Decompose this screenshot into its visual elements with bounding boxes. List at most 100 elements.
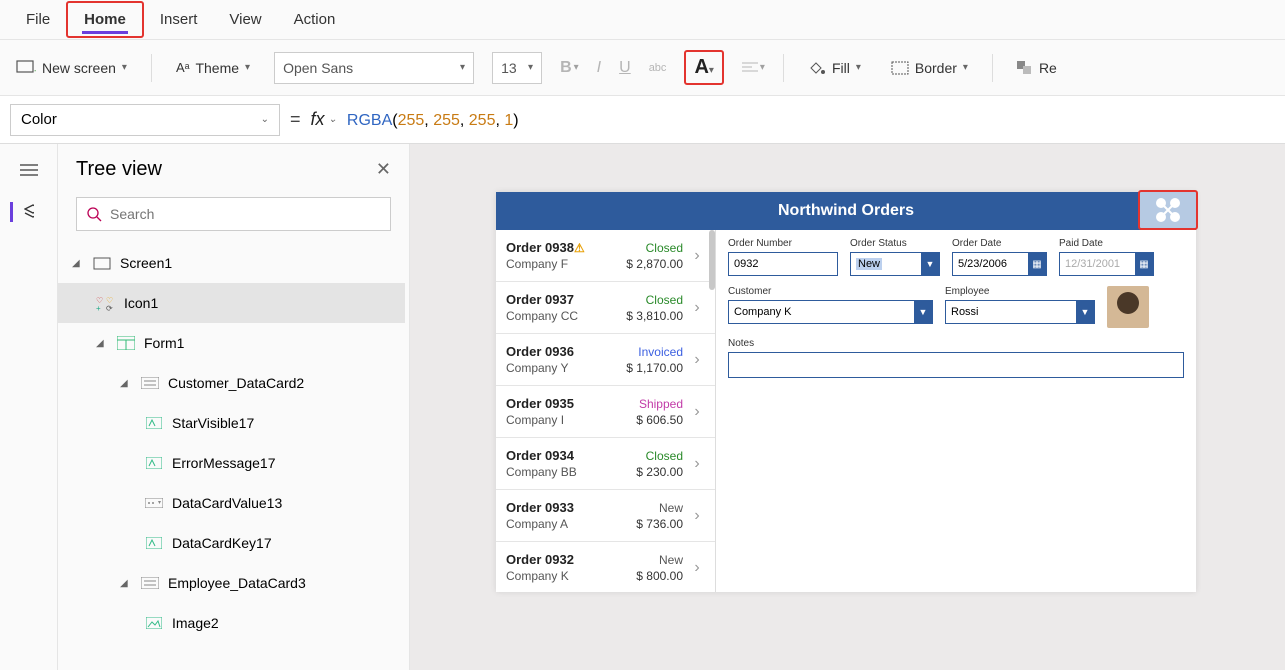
property-select[interactable]: Color ⌄ — [10, 104, 280, 136]
employee-avatar — [1107, 286, 1149, 328]
input-order-date[interactable]: 5/23/2006▦ — [952, 252, 1047, 276]
order-list-item[interactable]: Order 0933Company ANew$ 736.00› — [496, 490, 715, 542]
close-icon[interactable]: ✕ — [376, 159, 391, 180]
datacard-icon — [140, 377, 160, 389]
app-titlebar: Northwind Orders — [496, 192, 1196, 230]
form-icon — [116, 336, 136, 350]
chevron-down-icon: ▾ — [709, 65, 714, 76]
canvas[interactable]: Northwind Orders Order 0938⚠Company FClo… — [410, 144, 1285, 670]
theme-button[interactable]: Aᵃ Theme ▾ — [170, 56, 256, 80]
rail-hamburger[interactable] — [17, 160, 41, 180]
order-company: Company Y — [506, 361, 626, 375]
tree-node-customer-datacard[interactable]: ◢ Customer_DataCard2 — [58, 363, 405, 403]
italic-button[interactable]: I — [597, 59, 601, 77]
tree-node-datacardvalue[interactable]: DataCardValue13 — [58, 483, 405, 523]
new-screen-button[interactable]: + New screen ▾ — [10, 56, 133, 80]
chevron-down-icon: ⌄ — [261, 114, 269, 125]
select-order-status[interactable]: New▼ — [850, 252, 940, 276]
chevron-down-icon: ▾ — [460, 62, 465, 73]
tree-label: ErrorMessage17 — [172, 455, 276, 471]
strike-button[interactable]: abc — [649, 62, 667, 74]
tree-node-datacardkey[interactable]: DataCardKey17 — [58, 523, 405, 563]
label-order-number: Order Number — [728, 238, 838, 249]
fill-button[interactable]: Fill ▾ — [802, 56, 867, 80]
tree-node-screen1[interactable]: ◢ Screen1 — [58, 243, 405, 283]
collapse-icon[interactable]: ◢ — [120, 378, 132, 389]
input-notes[interactable] — [728, 352, 1184, 378]
tree-label: Employee_DataCard3 — [168, 575, 306, 591]
tree-label: StarVisible17 — [172, 415, 254, 431]
collapse-icon[interactable]: ◢ — [72, 258, 84, 269]
tree-node-errormessage[interactable]: ErrorMessage17 — [58, 443, 405, 483]
label-icon — [144, 417, 164, 429]
calendar-icon: ▦ — [1135, 253, 1153, 275]
order-status: Invoiced — [626, 345, 683, 359]
tree-search[interactable] — [76, 197, 391, 231]
tree-label: Form1 — [144, 335, 184, 351]
screen-icon: + — [16, 60, 36, 76]
tree-node-image2[interactable]: Image2 — [58, 603, 405, 643]
order-amount: $ 606.50 — [636, 413, 683, 427]
menu-view[interactable]: View — [213, 3, 277, 36]
rail-tree-view[interactable] — [10, 202, 34, 222]
underline-button[interactable]: U — [619, 59, 631, 77]
reorder-button[interactable]: Re — [1011, 56, 1063, 80]
selected-icon-control[interactable] — [1138, 190, 1198, 230]
order-status: New — [636, 553, 683, 567]
label-icon — [144, 457, 164, 469]
theme-label: Theme — [195, 60, 239, 76]
menu-action[interactable]: Action — [278, 3, 352, 36]
tree-label: Screen1 — [120, 255, 172, 271]
select-customer[interactable]: Company K▼ — [728, 300, 933, 324]
tree-node-form1[interactable]: ◢ Form1 — [58, 323, 405, 363]
menu-file[interactable]: File — [10, 3, 66, 36]
order-detail: Order Number 0932 Order Status New▼ Orde… — [716, 230, 1196, 592]
order-list-item[interactable]: Order 0935Company IShipped$ 606.50› — [496, 386, 715, 438]
order-list-item[interactable]: Order 0932Company KNew$ 800.00› — [496, 542, 715, 592]
collapse-icon[interactable]: ◢ — [96, 338, 108, 349]
collapse-icon[interactable]: ◢ — [120, 578, 132, 589]
align-button[interactable]: ▾ — [742, 61, 765, 75]
chevron-right-icon: › — [689, 507, 705, 525]
order-list-item[interactable]: Order 0934Company BBClosed$ 230.00› — [496, 438, 715, 490]
label-paid-date: Paid Date — [1059, 238, 1154, 249]
paint-bucket-icon — [808, 60, 826, 76]
chevron-down-icon: ▾ — [528, 62, 533, 73]
menu-insert[interactable]: Insert — [144, 3, 214, 36]
app-body: Order 0938⚠Company FClosed$ 2,870.00›Ord… — [496, 230, 1196, 592]
chevron-right-icon: › — [689, 559, 705, 577]
order-name: Order 0932 — [506, 552, 636, 567]
formula-input[interactable]: RGBA(255, 255, 255, 1) — [347, 110, 519, 130]
order-list-item[interactable]: Order 0937Company CCClosed$ 3,810.00› — [496, 282, 715, 334]
chevron-down-icon: ▼ — [1076, 301, 1094, 323]
order-list[interactable]: Order 0938⚠Company FClosed$ 2,870.00›Ord… — [496, 230, 716, 592]
fx-button[interactable]: fx⌄ — [311, 109, 337, 130]
fill-label: Fill — [832, 60, 850, 76]
search-input[interactable] — [110, 206, 380, 222]
tree-node-icon1[interactable]: ♡♡+⟳ Icon1 — [58, 283, 405, 323]
bold-button[interactable]: B▾ — [560, 59, 579, 77]
input-order-number[interactable]: 0932 — [728, 252, 838, 276]
tree-node-starvisible[interactable]: StarVisible17 — [58, 403, 405, 443]
order-company: Company A — [506, 517, 636, 531]
font-size-select[interactable]: 13 ▾ — [492, 52, 542, 84]
chevron-down-icon: ▾ — [856, 62, 861, 73]
order-list-item[interactable]: Order 0938⚠Company FClosed$ 2,870.00› — [496, 230, 715, 282]
order-name: Order 0934 — [506, 448, 636, 463]
tree-node-employee-datacard[interactable]: ◢ Employee_DataCard3 — [58, 563, 405, 603]
order-list-item[interactable]: Order 0936Company YInvoiced$ 1,170.00› — [496, 334, 715, 386]
order-company: Company BB — [506, 465, 636, 479]
border-button[interactable]: Border ▾ — [885, 56, 974, 80]
separator — [151, 54, 152, 82]
order-status: Closed — [626, 241, 683, 255]
font-color-button[interactable]: A▾ — [684, 50, 723, 85]
datacard-icon — [140, 577, 160, 589]
input-paid-date[interactable]: 12/31/2001▦ — [1059, 252, 1154, 276]
select-employee[interactable]: Rossi▼ — [945, 300, 1095, 324]
equals-sign: = — [290, 109, 301, 130]
new-screen-label: New screen — [42, 60, 116, 76]
menu-home[interactable]: Home — [66, 1, 144, 38]
font-family-select[interactable]: Open Sans ▾ — [274, 52, 474, 84]
app-preview: Northwind Orders Order 0938⚠Company FClo… — [496, 192, 1196, 592]
app-title: Northwind Orders — [778, 202, 914, 220]
